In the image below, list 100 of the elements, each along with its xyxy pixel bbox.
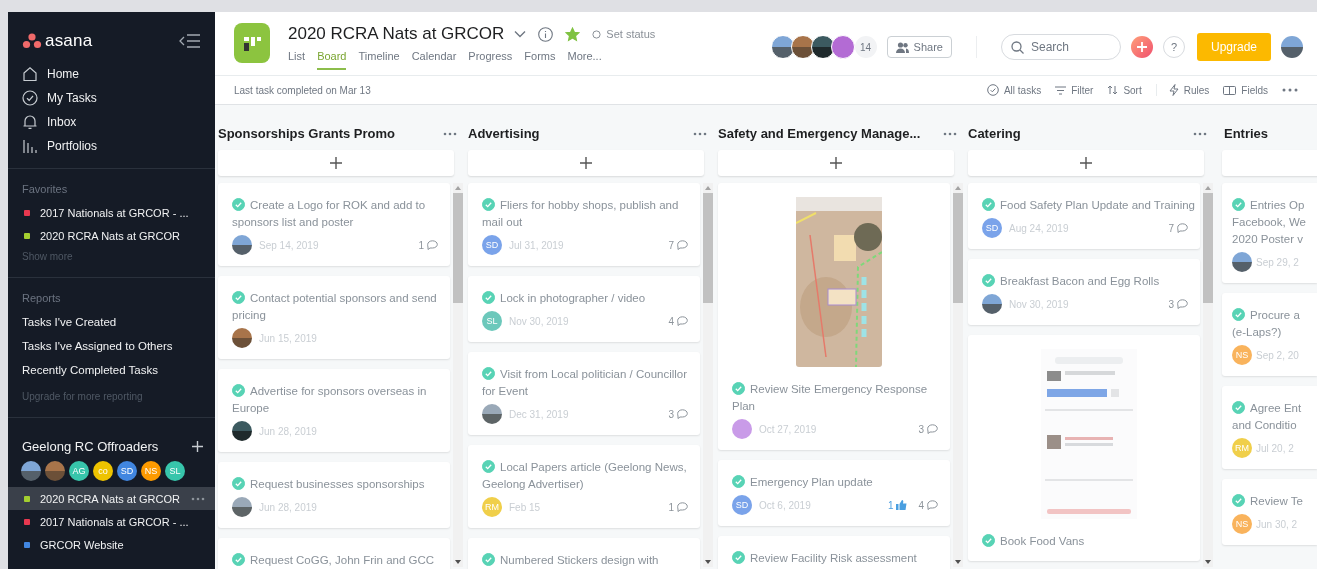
- add-task-button[interactable]: [1222, 150, 1317, 176]
- more-icon[interactable]: [1282, 88, 1298, 92]
- comment-count[interactable]: 3: [668, 408, 688, 420]
- check-circle-icon[interactable]: [982, 534, 995, 547]
- check-circle-icon[interactable]: [232, 291, 245, 304]
- scrollbar[interactable]: [453, 183, 463, 567]
- report-link[interactable]: Recently Completed Tasks: [8, 358, 215, 382]
- avatar[interactable]: [770, 35, 795, 59]
- member-count[interactable]: 14: [854, 36, 877, 58]
- comment-count[interactable]: 1: [418, 239, 438, 251]
- check-circle-icon[interactable]: [482, 291, 495, 304]
- more-icon[interactable]: [443, 131, 457, 136]
- info-icon[interactable]: [538, 26, 554, 42]
- check-circle-icon[interactable]: [732, 475, 745, 488]
- view-tab[interactable]: More...: [567, 50, 602, 70]
- check-circle-icon[interactable]: [232, 198, 245, 211]
- nav-item[interactable]: Inbox: [8, 110, 215, 134]
- toolbar-button[interactable]: Sort: [1107, 84, 1142, 96]
- comment-count[interactable]: 4: [918, 499, 938, 511]
- favorite-project[interactable]: 2020 RCRA Nats at GRCOR: [8, 224, 215, 247]
- avatar[interactable]: [21, 461, 41, 481]
- add-task-button[interactable]: [468, 150, 704, 176]
- nav-item[interactable]: Portfolios: [8, 134, 215, 158]
- avatar[interactable]: [232, 235, 252, 255]
- check-circle-icon[interactable]: [982, 198, 995, 211]
- more-icon[interactable]: [191, 496, 205, 501]
- check-circle-icon[interactable]: [1232, 494, 1245, 507]
- user-avatar[interactable]: [1281, 36, 1303, 58]
- favorite-project[interactable]: 2017 Nationals at GRCOR - ...: [8, 201, 215, 224]
- add-icon[interactable]: [192, 440, 203, 452]
- view-tab[interactable]: Calendar: [411, 50, 457, 70]
- add-task-button[interactable]: [218, 150, 454, 176]
- view-tab[interactable]: Board: [317, 50, 347, 70]
- scrollbar[interactable]: [703, 183, 713, 567]
- more-icon[interactable]: [693, 131, 707, 136]
- comment-count[interactable]: 1: [668, 501, 688, 513]
- check-circle-icon[interactable]: [982, 274, 995, 287]
- comment-count[interactable]: 7: [1168, 222, 1188, 234]
- avatar[interactable]: SD: [982, 218, 1002, 238]
- search-field[interactable]: Search: [1000, 34, 1121, 60]
- check-circle-icon[interactable]: [232, 553, 245, 566]
- check-circle-icon[interactable]: [1232, 401, 1245, 414]
- task-card[interactable]: Book Food Vans: [968, 335, 1200, 561]
- add-task-button[interactable]: [718, 150, 954, 176]
- view-tab[interactable]: Forms: [524, 50, 556, 70]
- avatar[interactable]: NS: [141, 461, 161, 481]
- check-circle-icon[interactable]: [232, 384, 245, 397]
- chevron-down-icon[interactable]: [514, 30, 527, 38]
- scrollbar[interactable]: [953, 183, 963, 567]
- check-circle-icon[interactable]: [732, 551, 745, 564]
- toolbar-button[interactable]: Filter: [1055, 84, 1094, 96]
- comment-count[interactable]: 3: [1168, 298, 1188, 310]
- comment-count[interactable]: 4: [668, 315, 688, 327]
- avatar[interactable]: [982, 294, 1002, 314]
- avatar[interactable]: SD: [732, 495, 752, 515]
- team-project[interactable]: 2020 RCRA Nats at GRCOR: [8, 487, 215, 510]
- avatar[interactable]: [482, 404, 502, 424]
- avatar[interactable]: NS: [1232, 514, 1252, 534]
- upgrade-button[interactable]: Upgrade: [1196, 33, 1271, 61]
- team-project[interactable]: GRCOR Website: [8, 533, 215, 556]
- comment-count[interactable]: 3: [918, 423, 938, 435]
- check-circle-icon[interactable]: [732, 382, 745, 395]
- avatar[interactable]: [232, 328, 252, 348]
- share-button[interactable]: Share: [886, 36, 952, 58]
- check-circle-icon[interactable]: [482, 198, 495, 211]
- view-tab[interactable]: Timeline: [358, 50, 400, 70]
- avatar[interactable]: [232, 497, 252, 517]
- avatar[interactable]: AG: [69, 461, 89, 481]
- report-link[interactable]: Tasks I've Created: [8, 310, 215, 334]
- scrollbar[interactable]: [1203, 183, 1213, 567]
- check-circle-icon[interactable]: [1232, 308, 1245, 321]
- check-circle-icon[interactable]: [232, 477, 245, 490]
- avatar[interactable]: SL: [482, 311, 502, 331]
- avatar[interactable]: [790, 35, 815, 59]
- avatar[interactable]: SD: [117, 461, 137, 481]
- show-more-link[interactable]: Show more: [8, 247, 215, 267]
- team-name[interactable]: Geelong RC Offroaders: [22, 438, 159, 454]
- view-tab[interactable]: Progress: [468, 50, 513, 70]
- toolbar-button[interactable]: Fields: [1223, 84, 1268, 96]
- avatar[interactable]: NS: [1232, 345, 1252, 365]
- avatar[interactable]: [810, 35, 835, 59]
- task-card[interactable]: Numbered Stickers design with: [468, 538, 700, 569]
- star-icon[interactable]: [565, 26, 581, 42]
- collapse-sidebar-icon[interactable]: [179, 34, 201, 48]
- nav-item[interactable]: My Tasks: [8, 86, 215, 110]
- nav-item[interactable]: Home: [8, 62, 215, 86]
- check-circle-icon[interactable]: [1232, 198, 1245, 211]
- check-circle-icon[interactable]: [482, 553, 495, 566]
- more-icon[interactable]: [1193, 131, 1207, 136]
- comment-count[interactable]: 7: [668, 239, 688, 251]
- toolbar-button[interactable]: All tasks: [986, 84, 1042, 96]
- avatar[interactable]: co: [93, 461, 113, 481]
- report-link[interactable]: Tasks I've Assigned to Others: [8, 334, 215, 358]
- help-button[interactable]: ?: [1162, 36, 1185, 58]
- task-card[interactable]: Review Facility Risk assessment: [718, 536, 950, 569]
- task-card[interactable]: Request CoGG, John Frin and GCC: [218, 538, 450, 569]
- avatar[interactable]: SL: [165, 461, 185, 481]
- avatar[interactable]: [1232, 252, 1252, 272]
- check-circle-icon[interactable]: [482, 367, 495, 380]
- more-icon[interactable]: [943, 131, 957, 136]
